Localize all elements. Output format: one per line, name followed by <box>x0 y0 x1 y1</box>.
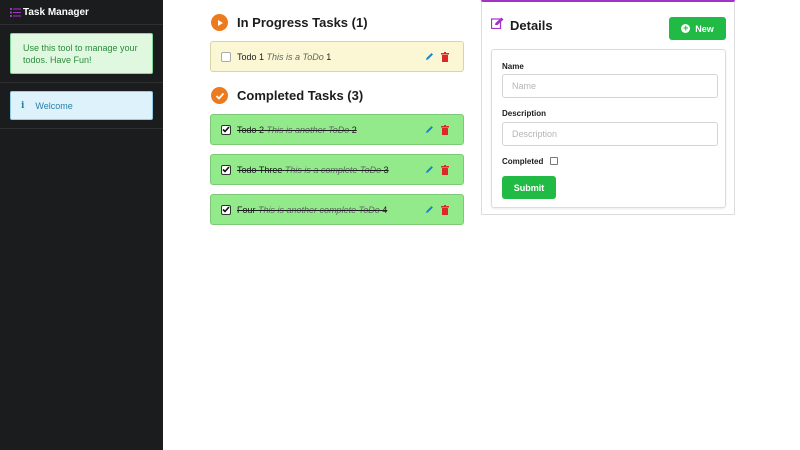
task-name: Todo 1 <box>237 51 265 62</box>
task-name: Todo 2 <box>237 124 265 135</box>
task-description: This is another ToDo <box>266 124 350 135</box>
details-heading: Details <box>510 17 553 33</box>
pencil-icon[interactable] <box>425 204 434 215</box>
task-id: 1 <box>326 51 332 62</box>
pencil-icon[interactable] <box>425 124 434 135</box>
task-id: 2 <box>351 124 357 135</box>
task-description: This is a ToDo <box>266 51 324 62</box>
task-name: Four <box>237 204 256 215</box>
name-label: Name <box>502 62 524 71</box>
completed-checkbox[interactable] <box>550 157 558 165</box>
edit-icon <box>490 16 504 34</box>
new-button-label: New <box>695 23 714 34</box>
trash-icon[interactable] <box>440 51 449 62</box>
new-button[interactable]: + New <box>669 17 726 40</box>
completed-heading: Completed Tasks (3) <box>237 88 364 103</box>
completed-header: Completed Tasks (3) <box>211 87 363 104</box>
in-progress-header: In Progress Tasks (1) <box>211 14 368 31</box>
task-name: Todo Three <box>237 164 283 175</box>
task-description: This is another complete ToDo <box>258 204 380 215</box>
welcome-message[interactable]: i Welcome <box>10 91 153 120</box>
description-label: Description <box>502 109 547 118</box>
details-header: Details <box>490 16 553 34</box>
sidebar: Task Manager Use this tool to manage you… <box>0 0 163 450</box>
task-checkbox[interactable] <box>221 51 231 62</box>
trash-icon[interactable] <box>440 204 449 215</box>
name-input[interactable] <box>502 74 718 98</box>
task-row: Todo Three This is a complete ToDo 3 <box>210 154 464 185</box>
task-description: This is a complete ToDo <box>284 164 382 175</box>
welcome-section: i Welcome <box>0 83 163 129</box>
welcome-label: Welcome <box>35 100 73 111</box>
task-row: Todo 1 This is a ToDo 1 <box>210 41 464 72</box>
trash-icon[interactable] <box>440 164 449 175</box>
submit-button[interactable]: Submit <box>502 176 556 199</box>
task-row: Todo 2 This is another ToDo 2 <box>210 114 464 145</box>
task-id: 4 <box>382 204 388 215</box>
task-id: 3 <box>383 164 389 175</box>
plus-circle-icon: + <box>681 23 691 33</box>
play-circle-icon <box>211 14 228 31</box>
details-panel: Details + New Name Description Completed… <box>481 0 735 215</box>
pencil-icon[interactable] <box>425 164 434 175</box>
completed-label: Completed <box>502 157 544 166</box>
pencil-icon[interactable] <box>425 51 434 62</box>
app-title: Task Manager <box>23 6 89 18</box>
details-form: Name Description Completed Submit <box>491 49 726 208</box>
intro-message: Use this tool to manage your todos. Have… <box>10 33 153 74</box>
brand-header: Task Manager <box>0 0 163 25</box>
check-circle-icon <box>211 87 228 104</box>
task-checkbox[interactable] <box>221 124 231 135</box>
task-row: Four This is another complete ToDo 4 <box>210 194 464 225</box>
in-progress-heading: In Progress Tasks (1) <box>237 15 368 30</box>
description-input[interactable] <box>502 122 718 146</box>
task-checkbox[interactable] <box>221 164 231 175</box>
task-checkbox[interactable] <box>221 204 231 215</box>
list-icon <box>10 7 21 18</box>
info-icon: i <box>21 100 25 111</box>
trash-icon[interactable] <box>440 124 449 135</box>
intro-section: Use this tool to manage your todos. Have… <box>0 25 163 83</box>
